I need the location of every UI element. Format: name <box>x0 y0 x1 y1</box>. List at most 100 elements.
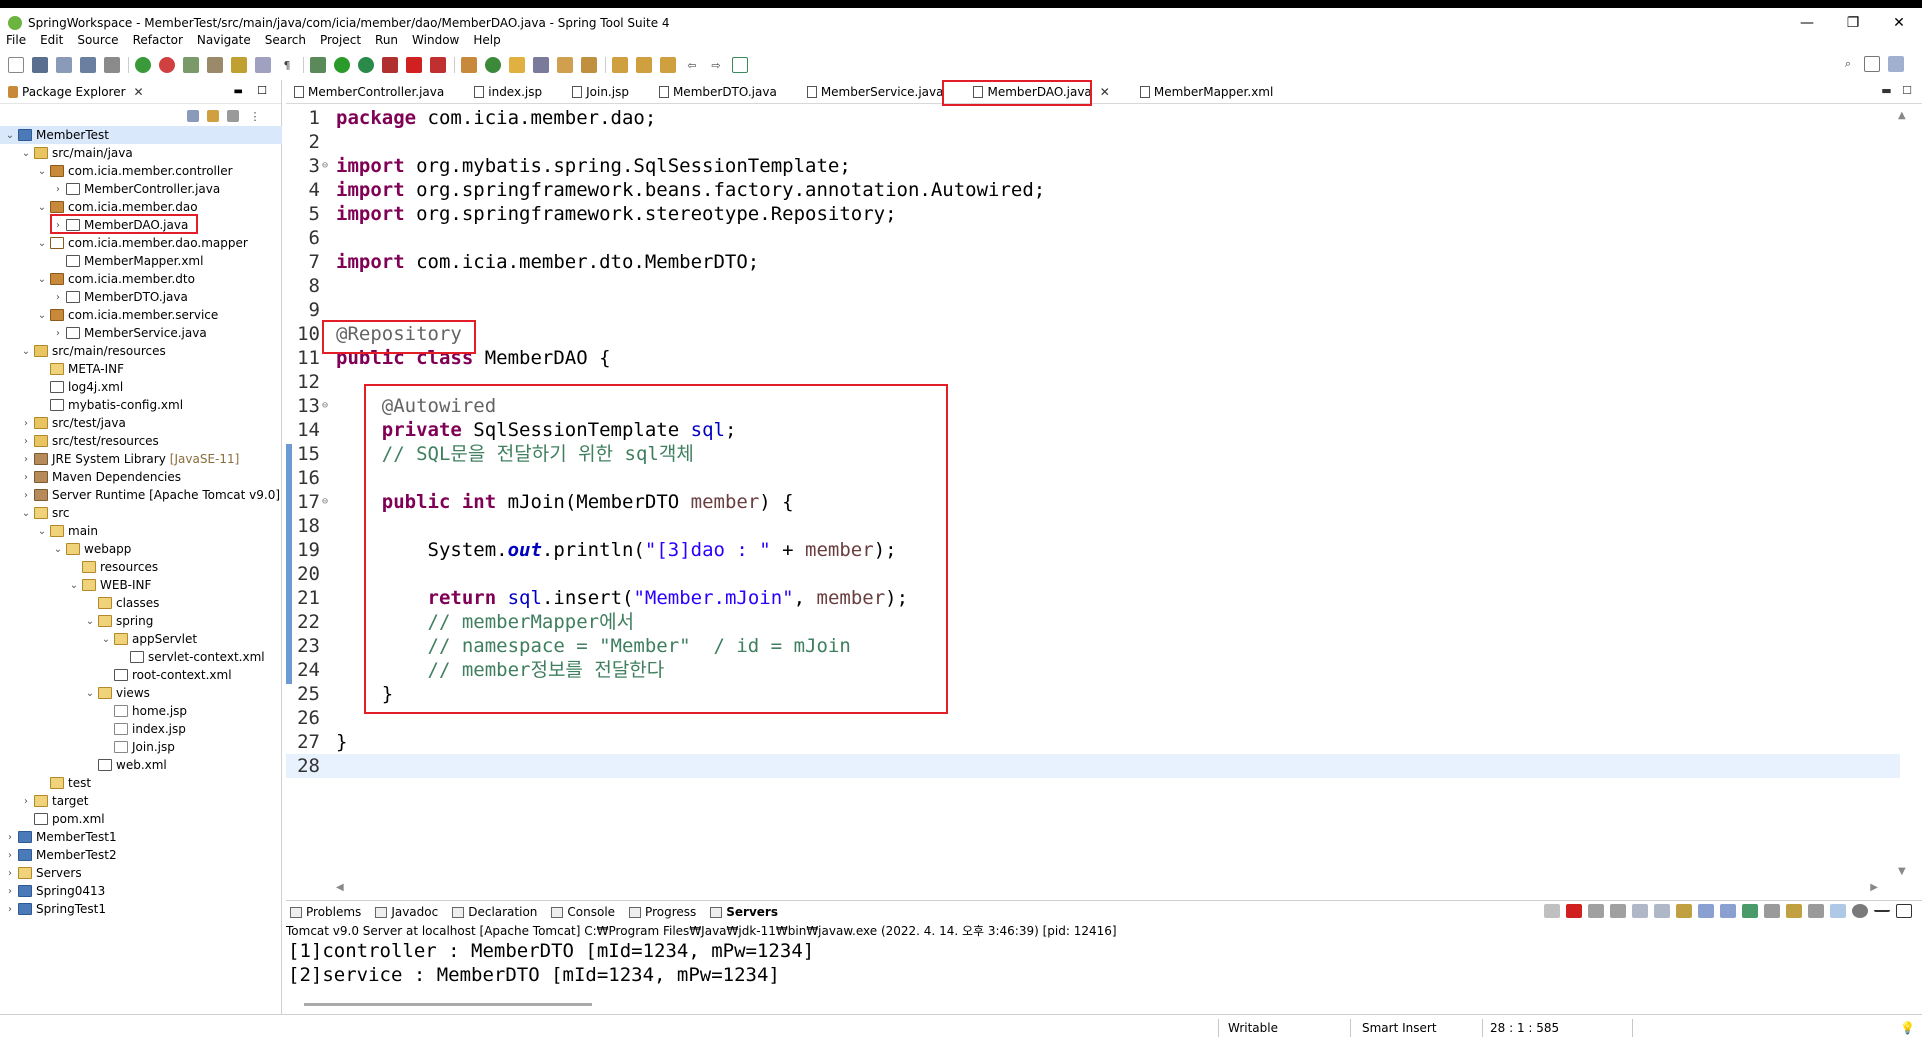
console-output[interactable]: [1]controller : MemberDTO [mId=1234, mPw… <box>286 939 1922 987</box>
lightbulb-icon[interactable]: 💡 <box>1900 1021 1915 1035</box>
menu-search[interactable]: Search <box>265 33 306 47</box>
chevron-right-icon[interactable]: › <box>4 904 16 915</box>
run-icon[interactable] <box>334 57 350 73</box>
maximize-view-icon[interactable]: ☐ <box>257 84 267 97</box>
tree-item[interactable]: ⌄ com.icia.member.dao.mapper <box>0 234 282 252</box>
maximize-view-icon[interactable] <box>1896 904 1912 918</box>
tree-item[interactable]: › Spring0413 <box>0 882 282 900</box>
forward-icon[interactable]: ⇨ <box>708 57 724 73</box>
collapse-all-icon[interactable] <box>187 110 199 122</box>
console-tab[interactable]: Servers <box>710 905 778 919</box>
tree-item[interactable]: ⌄ com.icia.member.dto <box>0 270 282 288</box>
scroll-down-icon[interactable]: ▼ <box>1898 866 1906 877</box>
editor-tab[interactable]: MemberMapper.xml <box>1139 81 1273 103</box>
chevron-down-icon[interactable]: ⌄ <box>20 508 32 519</box>
new-class-icon[interactable] <box>485 57 501 73</box>
tree-item[interactable]: mybatis-config.xml <box>0 396 282 414</box>
tree-item[interactable]: resources <box>0 558 282 576</box>
terminal-icon[interactable] <box>104 57 120 73</box>
tree-item[interactable]: ⌄ src/main/java <box>0 144 282 162</box>
editor-tab[interactable]: MemberService.java <box>806 81 943 103</box>
copy-icon[interactable] <box>1808 904 1824 918</box>
display-console-icon[interactable] <box>1764 904 1780 918</box>
close-icon[interactable]: ✕ <box>134 85 144 99</box>
settings-icon[interactable] <box>1852 904 1868 918</box>
chevron-right-icon[interactable]: › <box>4 832 16 843</box>
save-icon[interactable] <box>32 57 48 73</box>
tree-item[interactable]: META-INF <box>0 360 282 378</box>
clear-console-icon[interactable] <box>1632 904 1648 918</box>
tree-item[interactable]: index.jsp <box>0 720 282 738</box>
chevron-down-icon[interactable]: ⌄ <box>84 616 96 627</box>
tree-item[interactable]: › Maven Dependencies <box>0 468 282 486</box>
tree-item[interactable]: › MemberDAO.java <box>0 214 282 234</box>
chevron-right-icon[interactable]: › <box>52 184 64 195</box>
chevron-down-icon[interactable]: ⌄ <box>36 202 48 213</box>
tree-item[interactable]: › MemberController.java <box>0 180 282 198</box>
whitespace-icon[interactable]: ¶ <box>279 57 295 73</box>
word-wrap-icon[interactable] <box>1676 904 1692 918</box>
tree-item[interactable]: ⌄ WEB-INF <box>0 576 282 594</box>
tree-item[interactable]: ⌄ spring <box>0 612 282 630</box>
debug-icon[interactable] <box>310 57 326 73</box>
tree-item[interactable]: ⌄ main <box>0 522 282 540</box>
minimize-view-icon[interactable]: ▬ <box>234 86 243 97</box>
wand-icon[interactable] <box>557 57 573 73</box>
tree-item[interactable]: ⌄ src/main/resources <box>0 342 282 360</box>
chevron-right-icon[interactable]: › <box>52 292 64 303</box>
search-toolbar-icon[interactable] <box>207 57 223 73</box>
chevron-right-icon[interactable]: › <box>52 328 64 339</box>
save-all-icon[interactable] <box>56 57 72 73</box>
editor-tab[interactable]: MemberController.java <box>294 81 444 103</box>
chevron-down-icon[interactable]: ⌄ <box>36 238 48 249</box>
new-package-icon[interactable] <box>461 57 477 73</box>
spring-boot-icon[interactable] <box>135 57 151 73</box>
coverage-icon[interactable] <box>382 57 398 73</box>
tree-item[interactable]: MemberMapper.xml <box>0 252 282 270</box>
console-tab[interactable]: Console <box>551 905 615 919</box>
code-line[interactable]: 9 <box>286 298 1900 322</box>
menu-source[interactable]: Source <box>77 33 118 47</box>
chevron-right-icon[interactable]: › <box>20 490 32 501</box>
next-annotation-icon[interactable] <box>612 57 628 73</box>
tree-item[interactable]: test <box>0 774 282 792</box>
tree-item[interactable]: › src/test/java <box>0 414 282 432</box>
tree-item[interactable]: › Server Runtime [Apache Tomcat v9.0] <box>0 486 282 504</box>
chevron-down-icon[interactable]: ⌄ <box>100 634 112 645</box>
open-perspective-icon[interactable] <box>1864 56 1880 72</box>
code-line[interactable]: 4 import org.springframework.beans.factor… <box>286 178 1900 202</box>
terminate-icon[interactable] <box>1566 904 1582 918</box>
console-tab[interactable]: Problems <box>290 905 361 919</box>
tab-package-explorer[interactable]: Package Explorer ✕ <box>8 85 144 99</box>
chevron-down-icon[interactable]: ⌄ <box>36 166 48 177</box>
menu-file[interactable]: File <box>6 33 26 47</box>
chevron-right-icon[interactable]: › <box>20 454 32 465</box>
tree-item[interactable]: ⌄ webapp <box>0 540 282 558</box>
remove-launch-icon[interactable] <box>1588 904 1604 918</box>
chevron-down-icon[interactable]: ⌄ <box>36 274 48 285</box>
chevron-down-icon[interactable]: ⌄ <box>84 688 96 699</box>
tree-item[interactable]: log4j.xml <box>0 378 282 396</box>
chevron-down-icon[interactable]: ⌄ <box>52 544 64 555</box>
code-line[interactable]: 8 <box>286 274 1900 298</box>
editor-tab[interactable]: Join.jsp <box>572 81 629 103</box>
chevron-down-icon[interactable]: ⌄ <box>36 526 48 537</box>
annotation-icon[interactable] <box>255 57 271 73</box>
tree-item[interactable]: servlet-context.xml <box>0 648 282 666</box>
open-task-icon[interactable] <box>533 57 549 73</box>
chevron-down-icon[interactable]: ⌄ <box>4 130 16 141</box>
menu-window[interactable]: Window <box>412 33 459 47</box>
menu-refactor[interactable]: Refactor <box>133 33 183 47</box>
code-line[interactable]: 11 public class MemberDAO { <box>286 346 1900 370</box>
code-line[interactable]: 28 <box>286 754 1900 778</box>
show-stdout-icon[interactable] <box>1698 904 1714 918</box>
server-icon[interactable] <box>430 57 446 73</box>
chevron-right-icon[interactable]: › <box>20 418 32 429</box>
code-line[interactable]: 1 package com.icia.member.dao; <box>286 106 1900 130</box>
tree-item[interactable]: Join.jsp <box>0 738 282 756</box>
back-icon[interactable]: ⇦ <box>684 57 700 73</box>
pin-console-icon[interactable] <box>1742 904 1758 918</box>
scroll-left-icon[interactable]: ◀ <box>336 882 344 893</box>
tree-item[interactable]: ⌄ com.icia.member.controller <box>0 162 282 180</box>
fold-icon[interactable]: ⊖ <box>322 154 336 178</box>
